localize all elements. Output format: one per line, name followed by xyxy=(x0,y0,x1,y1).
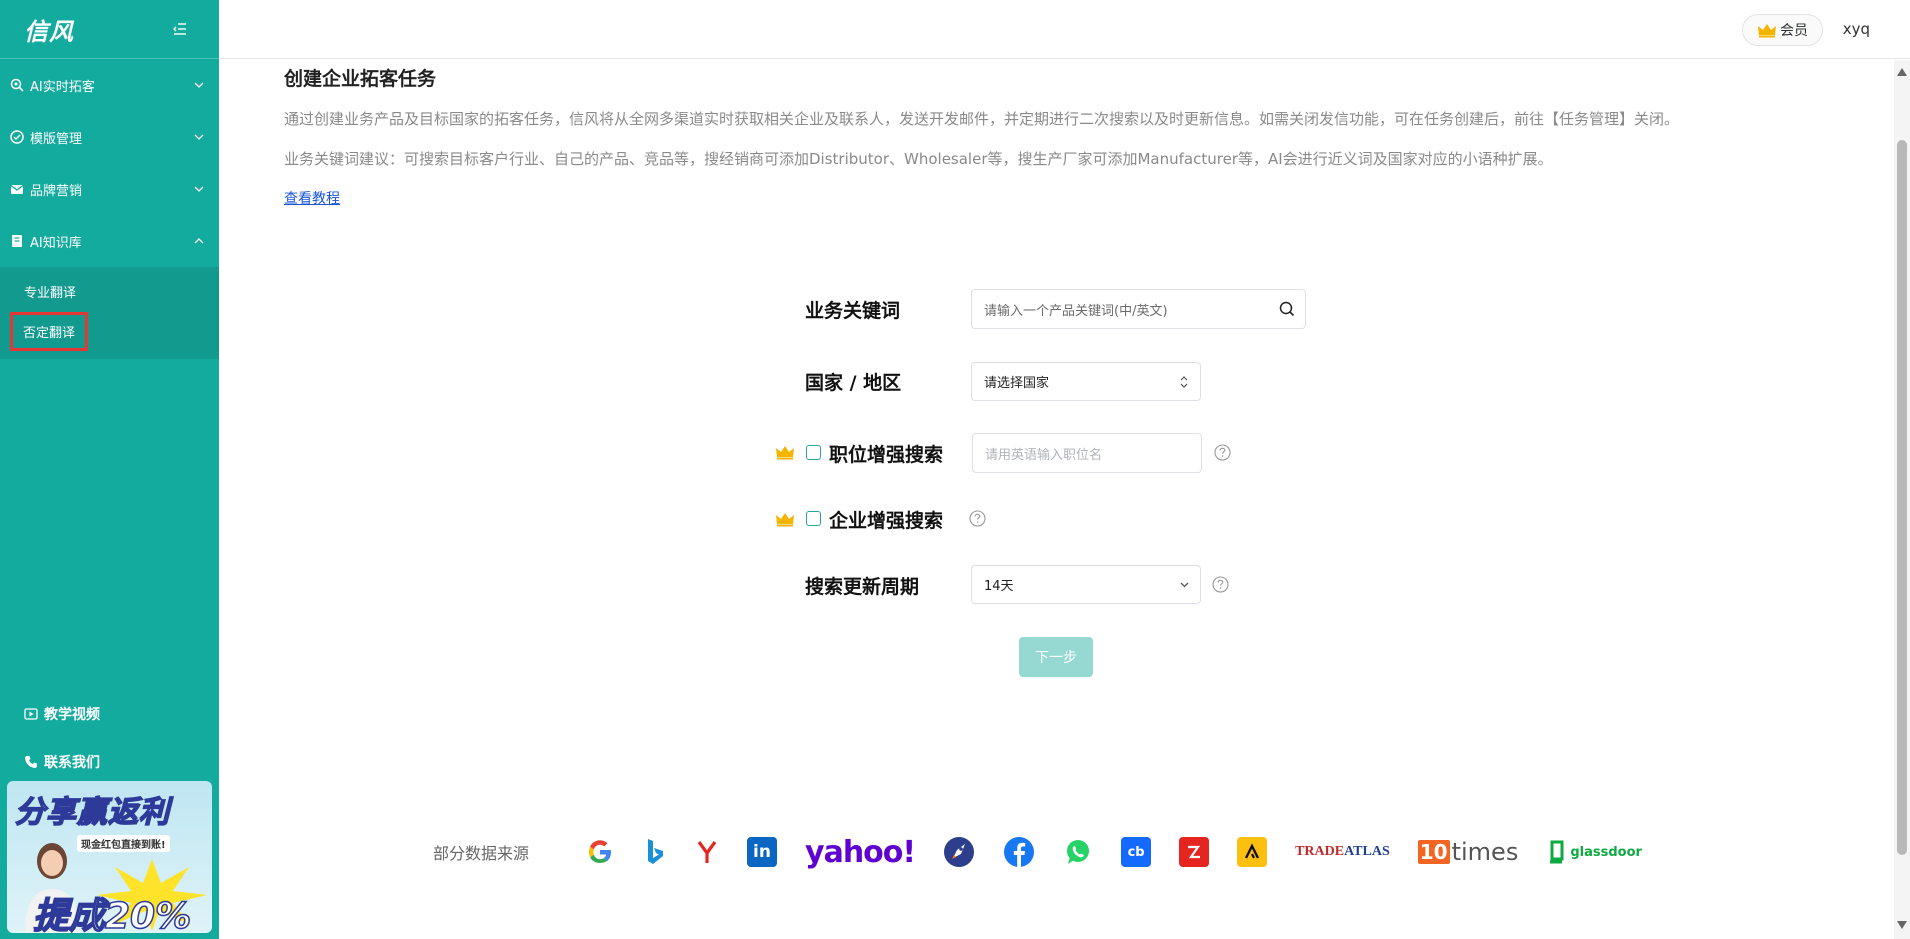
position-input[interactable]: 请用英语输入职位名 xyxy=(972,433,1202,473)
menu-item-ai-knowledge[interactable]: AI知识库 xyxy=(0,215,219,267)
menu-label: AI知识库 xyxy=(30,235,82,251)
tutorial-video-link[interactable]: 教学视频 xyxy=(0,690,219,738)
sort-arrows-icon xyxy=(1180,375,1188,388)
top-bar: 会员 xyq xyxy=(219,0,1910,59)
collapse-menu-icon[interactable] xyxy=(171,20,189,38)
country-select[interactable]: 请选择国家 xyxy=(971,362,1201,401)
chevron-down-icon xyxy=(1180,582,1189,587)
company-search-label: 企业增强搜索 xyxy=(829,510,944,532)
sub-item-label: 否定翻译 xyxy=(10,311,89,351)
mail-icon xyxy=(10,184,24,194)
template-icon xyxy=(10,130,24,144)
position-placeholder: 请用英语输入职位名 xyxy=(985,447,1103,463)
promo-subtitle: 现金红包直接到账! xyxy=(77,835,170,852)
crunchbase-logo-icon: cb xyxy=(1121,837,1152,867)
help-icon[interactable] xyxy=(1212,576,1229,593)
contact-us-link[interactable]: 联系我们 xyxy=(0,738,219,786)
description-text: 通过创建业务产品及目标国家的拓客任务，信风将从全网多渠道实时获取相关企业及联系人… xyxy=(284,110,1680,128)
update-cycle-label: 搜索更新周期 xyxy=(805,576,920,598)
update-cycle-select[interactable]: 14天 xyxy=(971,565,1201,604)
username[interactable]: xyq xyxy=(1843,20,1870,38)
tradeatlas-logo-icon: TRADEATLAS xyxy=(1295,844,1390,859)
chevron-down-icon xyxy=(194,134,204,140)
sub-item-pro-translation[interactable]: 专业翻译 xyxy=(0,271,219,311)
update-cycle-value: 14天 xyxy=(984,579,1014,594)
referral-promo-banner[interactable]: 分享赢返利 现金红包直接到账! 提成20% xyxy=(7,781,212,933)
promo-percent: 提成20% xyxy=(32,895,192,933)
sidebar-bottom-links: 教学视频 联系我们 xyxy=(0,690,219,786)
menu-label: AI实时拓客 xyxy=(30,79,95,95)
yahoo-logo-icon: yahoo! xyxy=(805,834,916,870)
menu-item-ai-prospecting[interactable]: AI实时拓客 xyxy=(0,59,219,111)
linkedin-logo-icon: in xyxy=(747,837,778,867)
chevron-down-icon xyxy=(194,186,204,192)
book-icon xyxy=(12,235,22,247)
zoominfo-logo-icon xyxy=(1179,837,1210,867)
vertical-scrollbar[interactable] xyxy=(1894,60,1910,939)
member-label: 会员 xyxy=(1780,23,1808,39)
side-link-label: 联系我们 xyxy=(44,755,100,771)
view-tutorial-link[interactable]: 查看教程 xyxy=(284,188,340,208)
company-search-checkbox[interactable] xyxy=(806,511,821,526)
data-sources-row: 部分数据来源 in yahoo! cb TRADEATLAS 10 times g… xyxy=(433,826,1670,878)
google-logo-icon xyxy=(585,837,615,867)
help-icon[interactable] xyxy=(969,510,986,527)
scroll-down-arrow-icon[interactable] xyxy=(1897,921,1907,929)
promo-title: 分享赢返利 xyxy=(14,794,170,831)
crown-icon xyxy=(776,446,794,460)
rocket-logo-icon xyxy=(943,836,975,868)
member-button[interactable]: 会员 xyxy=(1742,14,1823,46)
facebook-logo-icon xyxy=(1003,836,1035,868)
position-search-checkbox[interactable] xyxy=(806,445,821,460)
menu-label: 品牌营销 xyxy=(30,183,83,199)
keyword-label: 业务关键词 xyxy=(805,300,901,322)
sidebar: 信风 AI实时拓客 模版管理 品牌营销 AI知识库 专业翻译 否定翻译 教学视频… xyxy=(0,0,219,939)
next-step-button[interactable]: 下一步 xyxy=(1019,637,1093,677)
yandex-logo-icon xyxy=(695,837,719,867)
position-search-label: 职位增强搜索 xyxy=(829,444,944,466)
whatsapp-logo-icon xyxy=(1063,837,1093,867)
page-title: 创建企业拓客任务 xyxy=(284,68,437,90)
search-icon[interactable] xyxy=(1269,300,1305,318)
chevron-down-icon xyxy=(194,82,204,88)
country-label: 国家 / 地区 xyxy=(805,372,902,394)
side-link-label: 教学视频 xyxy=(44,707,100,723)
crown-icon xyxy=(1758,24,1776,38)
app-logo: 信风 xyxy=(24,16,74,46)
sub-item-negative-translation[interactable]: 否定翻译 xyxy=(0,311,219,351)
crown-icon xyxy=(776,513,794,527)
knowledge-submenu: 专业翻译 否定翻译 xyxy=(0,267,219,359)
keyword-input[interactable]: 请输入一个产品关键词(中/英文) xyxy=(971,289,1306,329)
bing-logo-icon xyxy=(643,837,667,867)
10times-logo-icon: 10 times xyxy=(1417,838,1519,866)
country-placeholder: 请选择国家 xyxy=(984,376,1050,391)
menu-item-brand-marketing[interactable]: 品牌营销 xyxy=(0,163,219,215)
sub-item-label: 专业翻译 xyxy=(24,285,77,301)
keyword-placeholder: 请输入一个产品关键词(中/英文) xyxy=(984,303,1168,319)
logo-bar: 信风 xyxy=(0,0,219,59)
keyword-suggestion-text: 业务关键词建议：可搜索目标客户行业、自己的产品、竞品等，搜经销商可添加Distr… xyxy=(284,150,1553,168)
scroll-thumb[interactable] xyxy=(1897,140,1907,855)
glassdoor-logo-icon: glassdoor xyxy=(1546,839,1642,865)
video-icon xyxy=(24,708,38,720)
search-target-icon xyxy=(10,78,24,92)
menu-label: 模版管理 xyxy=(30,131,83,147)
data-sources-label: 部分数据来源 xyxy=(433,844,530,863)
menu-item-template[interactable]: 模版管理 xyxy=(0,111,219,163)
help-icon[interactable] xyxy=(1214,444,1231,461)
scroll-up-arrow-icon[interactable] xyxy=(1897,68,1907,76)
main-menu: AI实时拓客 模版管理 品牌营销 AI知识库 专业翻译 否定翻译 xyxy=(0,59,219,359)
apollo-logo-icon xyxy=(1237,837,1268,867)
phone-icon xyxy=(25,756,37,768)
chevron-up-icon xyxy=(194,238,204,244)
